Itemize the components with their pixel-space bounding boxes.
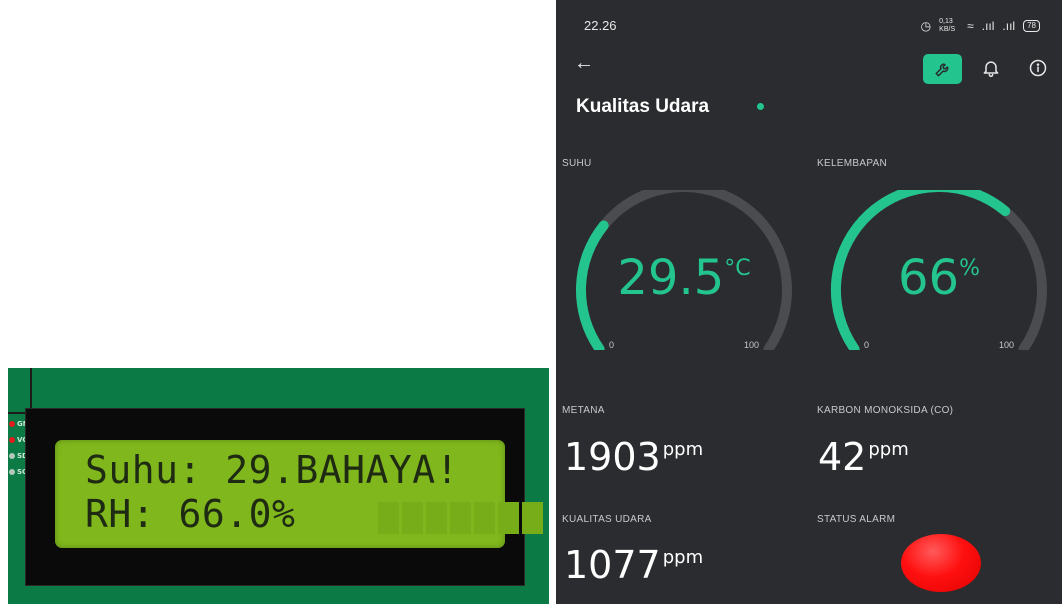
co-value: 42 [818,435,867,479]
suhu-label: SUHU [562,158,592,169]
kelembapan-value: 66 [898,250,960,306]
lcd-line-1: Suhu: 29.BAHAYA! [85,448,460,492]
alarm-clock-icon: ◷ [920,19,932,33]
status-time: 22.26 [584,18,617,33]
signal-icon: .ııl [981,19,995,33]
co-label: KARBON MONOKSIDA (CO) [817,405,954,416]
kelembapan-max: 100 [999,340,1015,350]
phone-screen: 22.26 ◷ 0,13 KB/S ≈ .ııl .ııl 78 ← Kuali… [556,0,1062,604]
suhu-value-wrap: 29.5°C [564,250,804,306]
battery-icon: 78 [1023,20,1040,32]
co-widget: 42 ppm [818,435,909,479]
kualitas-widget: 1077 ppm [564,543,703,587]
pin-dot [9,469,15,475]
back-arrow-icon[interactable]: ← [574,52,594,75]
co-unit: ppm [868,439,909,460]
status-icons: ◷ 0,13 KB/S ≈ .ııl .ııl 78 [921,18,1040,34]
wrench-button[interactable] [923,54,962,84]
metana-widget: 1903 ppm [564,435,703,479]
wifi-icon: ≈ [967,19,974,33]
metana-value: 1903 [564,435,661,479]
suhu-gauge: 29.5°C 0 100 [564,190,804,350]
online-status-dot [757,103,764,110]
network-speed: 0,13 KB/S [939,18,956,33]
suhu-value: 29.5 [617,250,725,306]
alarm-led-indicator [901,534,981,592]
kualitas-unit: ppm [662,547,704,568]
kelembapan-unit: % [959,256,980,281]
dashboard-title: Kualitas Udara [576,96,710,117]
kelembapan-gauge: 66% 0 100 [819,190,1059,350]
bell-icon[interactable] [981,58,1001,78]
metana-unit: ppm [662,439,704,460]
kelembapan-min: 0 [864,340,870,350]
kelembapan-value-wrap: 66% [819,250,1059,306]
wrench-icon [935,63,948,77]
kualitas-label: KUALITAS UDARA [562,514,652,525]
suhu-min: 0 [609,340,615,350]
suhu-unit: °C [724,256,751,281]
kelembapan-label: KELEMBAPAN [817,158,888,169]
pin-dot [9,421,15,427]
alarm-label: STATUS ALARM [817,514,896,525]
suhu-max: 100 [744,340,760,350]
pin-dot [9,437,15,443]
lcd-line-2: RH: 66.0% [85,492,296,536]
lcd-empty-cells [378,502,543,534]
pin-dot [9,453,15,459]
lcd-screen: Suhu: 29.BAHAYA! RH: 66.0% [55,440,543,548]
signal-icon-2: .ııl [1002,19,1016,33]
kualitas-value: 1077 [564,543,661,587]
info-icon[interactable] [1028,58,1048,78]
metana-label: METANA [562,405,605,416]
